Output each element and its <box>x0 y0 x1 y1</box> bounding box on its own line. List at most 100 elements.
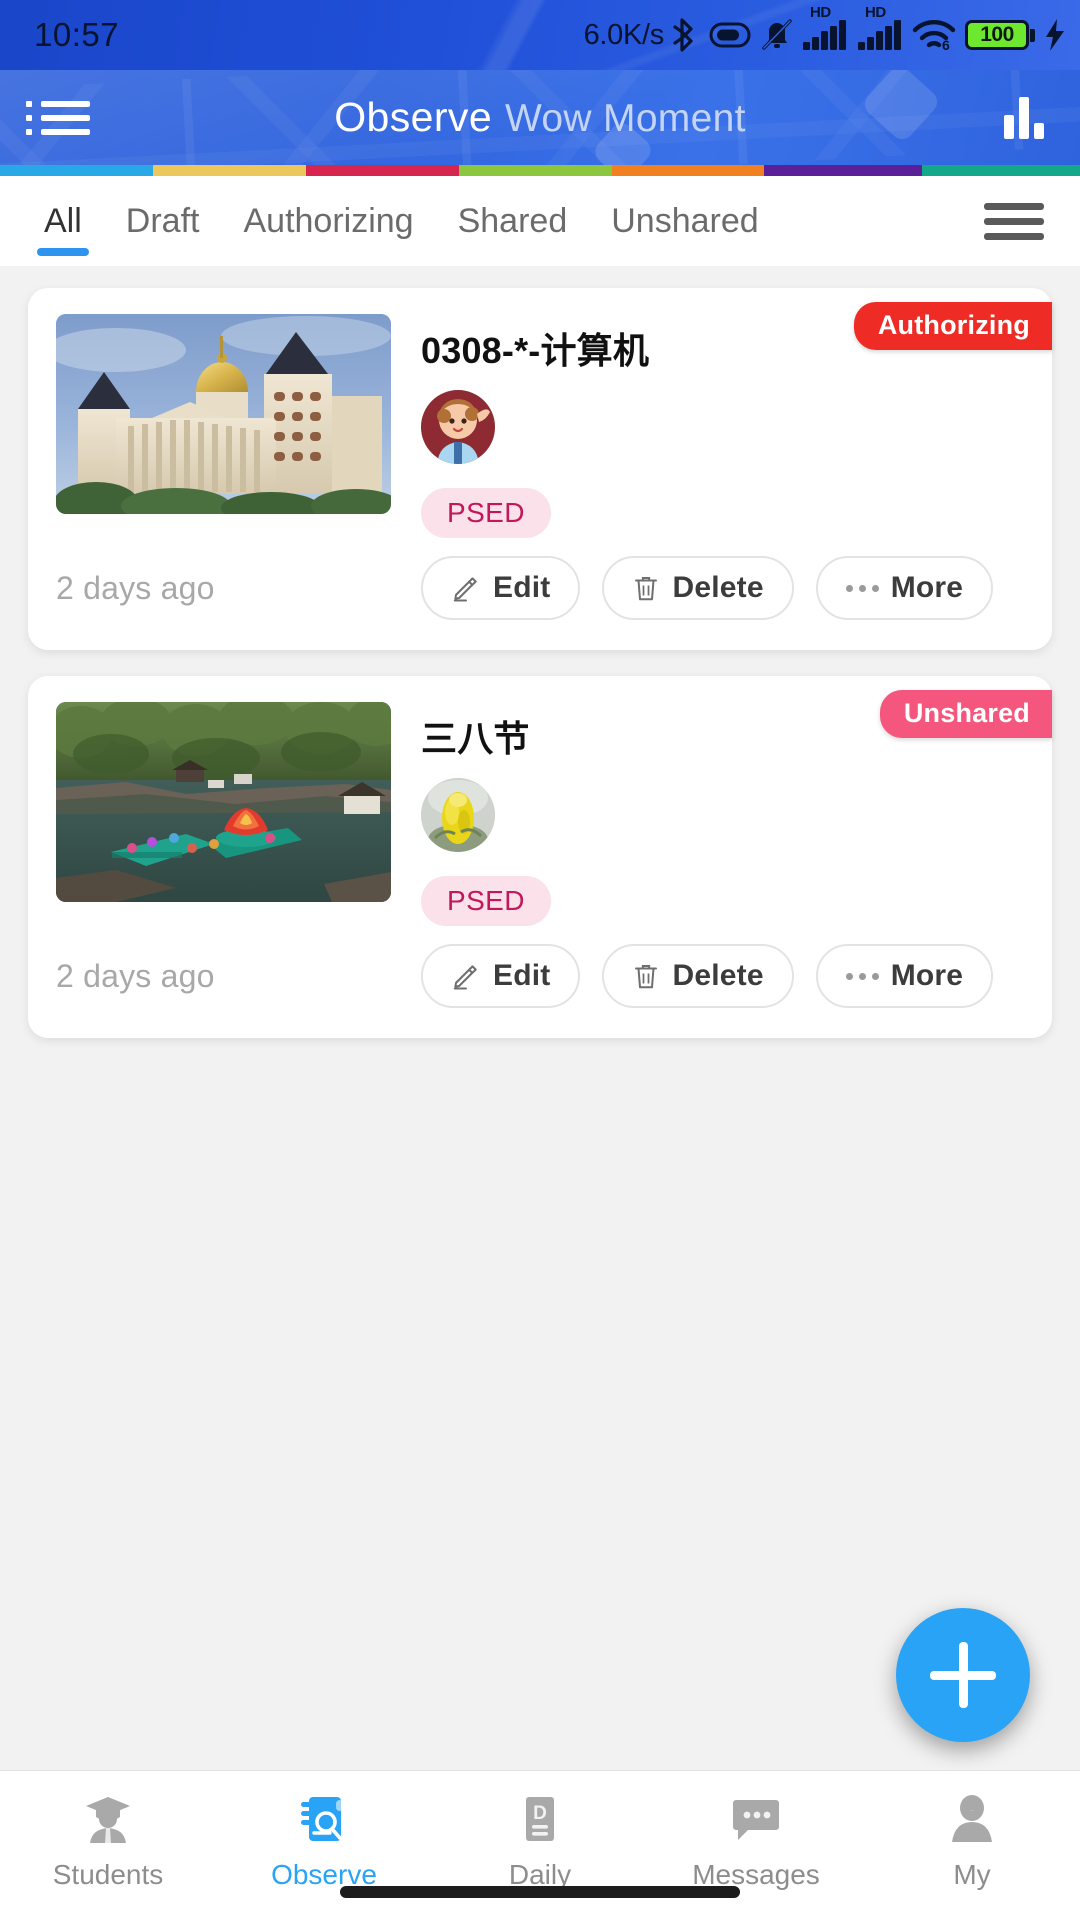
card-thumbnail[interactable] <box>56 314 391 514</box>
notebook-search-icon <box>296 1789 352 1849</box>
vpn-icon <box>709 22 751 48</box>
tag-row: PSED <box>421 876 1024 926</box>
delete-button[interactable]: Delete <box>602 556 794 620</box>
trash-icon <box>635 965 658 989</box>
bluetooth-icon <box>673 18 693 52</box>
tab-shared-label: Shared <box>457 201 568 240</box>
more-button[interactable]: More <box>815 556 994 620</box>
strip-segment-3 <box>305 165 459 176</box>
status-badge: Unshared <box>879 690 1052 738</box>
speech-bubble-icon <box>728 1789 784 1849</box>
status-icons: 6.0K/s HD HD 6 100 <box>583 4 1066 52</box>
strip-segment-5 <box>611 165 765 176</box>
card-footer: 2 days ago Edit Delete More <box>56 556 1024 620</box>
nav-label-students: Students <box>52 1859 164 1890</box>
person-icon <box>944 1789 1000 1849</box>
trash-icon <box>635 577 658 601</box>
svg-text:D: D <box>533 1803 547 1824</box>
page-title: Observe Wow Moment <box>0 94 1080 141</box>
card-actions: Edit Delete More <box>391 556 994 620</box>
observation-list: Authorizing 0308-*-计算机 PSED 2 days ago E… <box>0 266 1080 1038</box>
child-cartoon-avatar <box>421 390 495 464</box>
edit-button[interactable]: Edit <box>421 556 581 620</box>
tab-authorizing[interactable]: Authorizing <box>221 176 435 266</box>
wifi6-icon: 6 <box>912 19 956 51</box>
add-button[interactable] <box>896 1608 1030 1742</box>
card-actions: Edit Delete More <box>391 944 994 1008</box>
avatar[interactable] <box>421 390 495 464</box>
hamburger-icon[interactable] <box>984 195 1044 248</box>
strip-segment-4 <box>458 165 612 176</box>
edit-label: Edit <box>493 571 551 604</box>
tab-all[interactable]: All <box>22 176 104 266</box>
battery-icon: 100 <box>965 20 1035 50</box>
strip-segment-7 <box>922 165 1080 176</box>
strip-segment-2 <box>152 165 306 176</box>
graduate-person-icon <box>80 1789 136 1849</box>
document-d-icon: D <box>512 1789 568 1849</box>
app-header: Observe Wow Moment <box>0 70 1080 165</box>
ellipsis-icon <box>845 584 879 592</box>
network-speed-label: 6.0K/s <box>583 18 665 51</box>
ellipsis-icon <box>845 972 879 980</box>
timestamp: 2 days ago <box>56 957 215 994</box>
card-footer: 2 days ago Edit Delete More <box>56 944 1024 1008</box>
nav-item-observe[interactable]: Observe <box>216 1789 432 1891</box>
psed-tag: PSED <box>421 488 551 538</box>
battery-percent: 100 <box>980 23 1014 46</box>
app-screen: 10:57 6.0K/s HD HD 6 100 Observe Wow Mom… <box>0 0 1080 1920</box>
status-bar: 10:57 6.0K/s HD HD 6 100 <box>0 0 1080 70</box>
delete-label: Delete <box>672 959 764 992</box>
strip-segment-6 <box>764 165 923 176</box>
photo-park-lake-with-lotus-float <box>56 702 391 902</box>
bottom-navigation: Students Observe D Daily Messages My <box>0 1770 1080 1920</box>
card-thumbnail[interactable] <box>56 702 391 902</box>
more-label: More <box>890 571 964 604</box>
tab-all-label: All <box>44 201 82 240</box>
tab-shared[interactable]: Shared <box>436 176 590 266</box>
nav-item-my[interactable]: My <box>864 1789 1080 1891</box>
psed-tag: PSED <box>421 876 551 926</box>
edit-label: Edit <box>493 959 551 992</box>
tab-unshared-label: Unshared <box>611 201 759 240</box>
mute-bell-icon <box>762 19 792 50</box>
charging-bolt-icon <box>1046 19 1064 51</box>
svg-text:6: 6 <box>942 37 950 51</box>
avatar[interactable] <box>421 778 495 852</box>
hd-label-2: HD <box>865 4 886 21</box>
tab-unshared[interactable]: Unshared <box>589 176 780 266</box>
pencil-icon <box>453 577 477 602</box>
title-secondary: Wow Moment <box>505 97 746 140</box>
edit-button[interactable]: Edit <box>421 944 581 1008</box>
list-item[interactable]: Authorizing 0308-*-计算机 PSED 2 days ago E… <box>28 288 1052 650</box>
card-body: 三八节 PSED <box>56 702 1024 926</box>
nav-label-my: My <box>953 1859 991 1890</box>
hd-label: HD <box>810 4 831 21</box>
strip-segment-1 <box>0 165 153 176</box>
hd-signal-icon-2: HD <box>857 4 903 50</box>
list-item[interactable]: Unshared 三八节 PSED 2 days ago Edit Delete… <box>28 676 1052 1038</box>
filter-tab-bar: All Draft Authorizing Shared Unshared <box>0 176 1080 266</box>
pencil-icon <box>453 965 477 990</box>
tab-authorizing-label: Authorizing <box>243 201 414 240</box>
photo-classical-building-with-gold-dome <box>56 314 391 514</box>
nav-item-messages[interactable]: Messages <box>648 1789 864 1891</box>
status-badge: Authorizing <box>853 302 1052 350</box>
tab-draft[interactable]: Draft <box>104 176 222 266</box>
home-indicator[interactable] <box>340 1886 740 1898</box>
tab-draft-label: Draft <box>125 201 200 240</box>
hd-signal-icon: HD <box>802 4 848 50</box>
delete-label: Delete <box>672 571 764 604</box>
title-primary: Observe <box>334 94 493 140</box>
yellow-flower-avatar <box>421 778 495 852</box>
status-time: 10:57 <box>34 16 120 53</box>
color-strip <box>0 165 1080 176</box>
delete-button[interactable]: Delete <box>602 944 794 1008</box>
more-button[interactable]: More <box>815 944 994 1008</box>
tag-row: PSED <box>421 488 1024 538</box>
nav-item-daily[interactable]: D Daily <box>432 1789 648 1891</box>
timestamp: 2 days ago <box>56 569 215 606</box>
bar-chart-icon[interactable] <box>1004 96 1044 139</box>
more-label: More <box>890 959 964 992</box>
nav-item-students[interactable]: Students <box>0 1789 216 1891</box>
